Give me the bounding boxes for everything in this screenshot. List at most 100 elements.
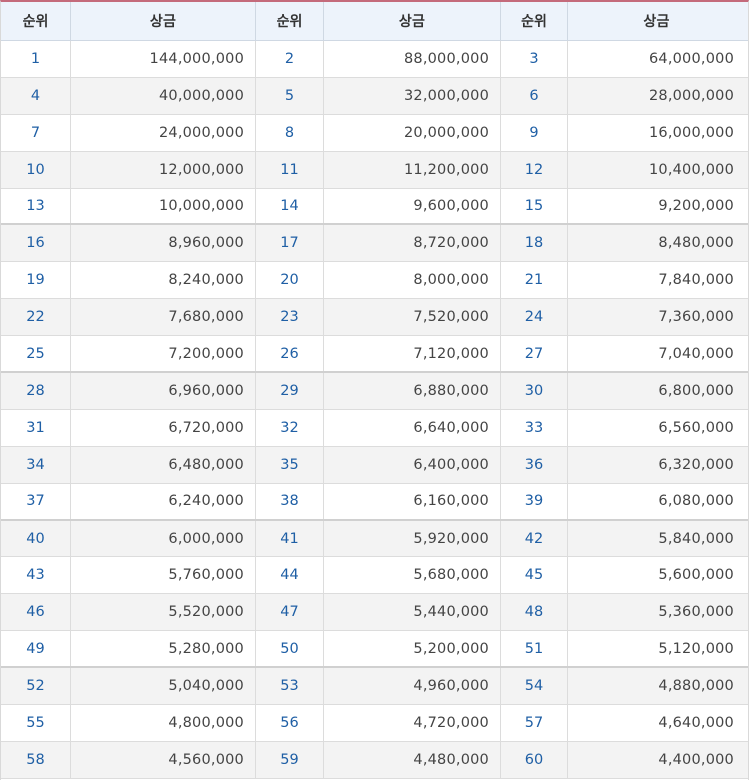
rank-cell: 50 bbox=[256, 631, 324, 667]
rank-cell: 33 bbox=[501, 409, 568, 446]
prize-cell: 9,200,000 bbox=[658, 198, 734, 214]
prize-cell: 64,000,000 bbox=[648, 50, 734, 67]
rank-cell: 11 bbox=[256, 151, 324, 188]
rank-header: 순위 bbox=[256, 2, 324, 40]
table-row: 1 144,000,000 2 88,000,000 3 64,000,000 bbox=[1, 41, 748, 78]
prize-cell: 4,880,000 bbox=[658, 678, 734, 695]
prize-cell: 32,000,000 bbox=[324, 77, 501, 114]
prize-cell: 5,440,000 bbox=[324, 594, 501, 631]
table-header: 순위 상금 순위 상금 순위 상금 bbox=[1, 2, 748, 41]
prize-cell: 8,960,000 bbox=[71, 225, 256, 262]
prize-cell: 4,560,000 bbox=[71, 741, 256, 778]
prize-cell: 88,000,000 bbox=[324, 41, 501, 77]
rank-cell: 60 bbox=[501, 741, 568, 778]
rank-cell: 7 bbox=[1, 114, 71, 151]
prize-cell: 10,000,000 bbox=[71, 188, 256, 224]
table-row: 22 7,680,000 23 7,520,000 24 7,360,000 bbox=[1, 299, 748, 337]
rank-cell: 2 bbox=[256, 41, 324, 77]
prize-cell: 5,040,000 bbox=[71, 668, 256, 705]
prize-cell: 8,240,000 bbox=[71, 262, 256, 299]
prize-cell: 7,520,000 bbox=[324, 299, 501, 336]
prize-cell: 8,480,000 bbox=[658, 235, 734, 252]
rank-cell: 45 bbox=[501, 557, 568, 594]
rank-cell: 23 bbox=[256, 299, 324, 336]
rank-cell: 29 bbox=[256, 373, 324, 409]
prize-cell: 6,480,000 bbox=[71, 446, 256, 483]
table-row: 4 40,000,000 5 32,000,000 6 28,000,000 bbox=[1, 77, 748, 115]
prize-cell: 20,000,000 bbox=[324, 114, 501, 151]
rank-cell: 39 bbox=[501, 483, 568, 519]
table-row: 25 7,200,000 26 7,120,000 27 7,040,000 bbox=[1, 336, 748, 374]
rank-cell: 32 bbox=[256, 409, 324, 446]
rank-cell: 9 bbox=[501, 114, 568, 151]
prize-cell: 10,400,000 bbox=[648, 161, 734, 178]
prize-header: 상금 bbox=[324, 2, 501, 40]
prize-cell: 6,160,000 bbox=[324, 483, 501, 519]
prize-cell: 5,200,000 bbox=[324, 631, 501, 667]
rank-cell: 16 bbox=[1, 225, 71, 262]
prize-header: 상금 bbox=[71, 2, 256, 40]
prize-cell: 4,640,000 bbox=[658, 714, 734, 731]
rank-cell: 10 bbox=[1, 151, 71, 188]
table-row: 10 12,000,000 11 11,200,000 12 10,400,000 bbox=[1, 151, 748, 189]
rank-cell: 13 bbox=[1, 188, 71, 224]
rank-cell: 59 bbox=[256, 741, 324, 778]
rank-cell: 36 bbox=[501, 446, 568, 483]
rank-cell: 46 bbox=[1, 594, 71, 631]
prize-cell: 7,040,000 bbox=[658, 345, 734, 362]
rank-cell: 18 bbox=[501, 225, 568, 262]
rank-cell: 27 bbox=[501, 336, 568, 372]
rank-cell: 15 bbox=[501, 188, 568, 224]
rank-cell: 37 bbox=[1, 483, 71, 519]
table-row: 31 6,720,000 32 6,640,000 33 6,560,000 bbox=[1, 409, 748, 447]
rank-cell: 6 bbox=[501, 77, 568, 114]
prize-cell: 4,480,000 bbox=[324, 741, 501, 778]
rank-cell: 12 bbox=[501, 151, 568, 188]
prize-cell: 5,520,000 bbox=[71, 594, 256, 631]
table-row: 43 5,760,000 44 5,680,000 45 5,600,000 bbox=[1, 557, 748, 595]
prize-cell: 7,840,000 bbox=[658, 272, 734, 289]
rank-cell: 47 bbox=[256, 594, 324, 631]
prize-cell: 12,000,000 bbox=[71, 151, 256, 188]
prize-cell: 28,000,000 bbox=[648, 87, 734, 104]
prize-cell: 6,720,000 bbox=[71, 409, 256, 446]
table-row: 46 5,520,000 47 5,440,000 48 5,360,000 bbox=[1, 594, 748, 632]
rank-cell: 3 bbox=[501, 41, 568, 77]
prize-cell: 4,960,000 bbox=[324, 668, 501, 705]
prize-cell: 40,000,000 bbox=[71, 77, 256, 114]
prize-cell: 5,280,000 bbox=[71, 631, 256, 667]
table-row: 13 10,000,000 14 9,600,000 15 9,200,000 bbox=[1, 188, 748, 226]
rank-cell: 43 bbox=[1, 557, 71, 594]
prize-cell: 11,200,000 bbox=[324, 151, 501, 188]
prize-cell: 6,320,000 bbox=[658, 456, 734, 473]
rank-cell: 17 bbox=[256, 225, 324, 262]
prize-table: 순위 상금 순위 상금 순위 상금 1 144,000,000 2 88,000,00… bbox=[0, 0, 749, 780]
table-row: 7 24,000,000 8 20,000,000 9 16,000,000 bbox=[1, 114, 748, 152]
rank-cell: 40 bbox=[1, 520, 71, 557]
rank-cell: 5 bbox=[256, 77, 324, 114]
prize-header: 상금 bbox=[643, 14, 670, 30]
table-row: 52 5,040,000 53 4,960,000 54 4,880,000 bbox=[1, 668, 748, 706]
prize-cell: 6,640,000 bbox=[324, 409, 501, 446]
rank-header: 순위 bbox=[501, 2, 568, 40]
prize-cell: 5,760,000 bbox=[71, 557, 256, 594]
prize-cell: 6,240,000 bbox=[71, 483, 256, 519]
prize-cell: 5,920,000 bbox=[324, 520, 501, 557]
table-body: 1 144,000,000 2 88,000,000 3 64,000,000 4 40,00… bbox=[1, 41, 748, 779]
rank-cell: 22 bbox=[1, 299, 71, 336]
prize-cell: 7,200,000 bbox=[71, 336, 256, 372]
table-row: 19 8,240,000 20 8,000,000 21 7,840,000 bbox=[1, 262, 748, 300]
table-row: 28 6,960,000 29 6,880,000 30 6,800,000 bbox=[1, 373, 748, 410]
prize-cell: 7,120,000 bbox=[324, 336, 501, 372]
rank-cell: 4 bbox=[1, 77, 71, 114]
rank-cell: 20 bbox=[256, 262, 324, 299]
rank-cell: 1 bbox=[1, 41, 71, 77]
table-row: 55 4,800,000 56 4,720,000 57 4,640,000 bbox=[1, 705, 748, 742]
rank-cell: 48 bbox=[501, 594, 568, 631]
rank-cell: 19 bbox=[1, 262, 71, 299]
table-row: 40 6,000,000 41 5,920,000 42 5,840,000 bbox=[1, 520, 748, 558]
prize-cell: 144,000,000 bbox=[71, 41, 256, 77]
prize-cell: 16,000,000 bbox=[648, 124, 734, 141]
prize-cell: 4,720,000 bbox=[324, 705, 501, 741]
prize-cell: 5,840,000 bbox=[658, 530, 734, 547]
